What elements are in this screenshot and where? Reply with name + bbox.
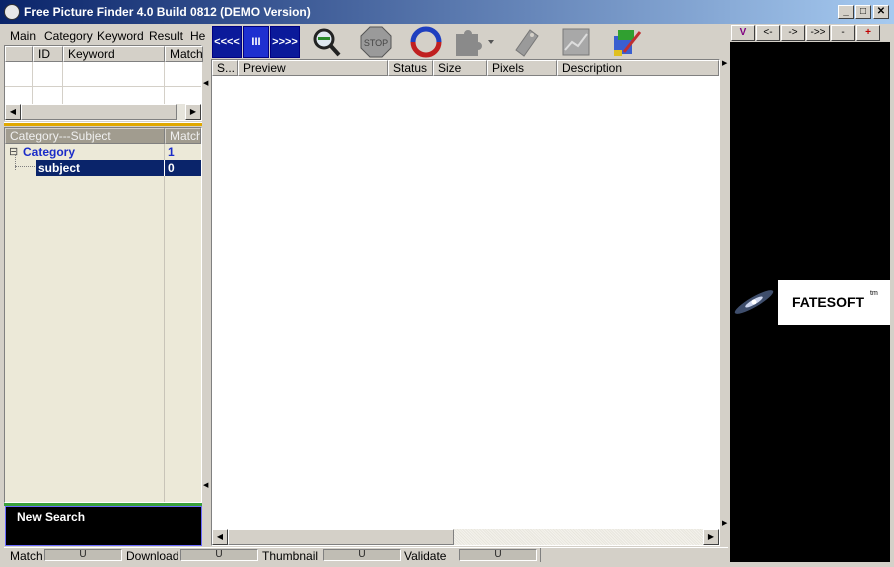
menu-main[interactable]: Main [10, 29, 36, 43]
menu-result[interactable]: Result [149, 29, 183, 43]
menu-keyword[interactable]: Keyword [97, 29, 144, 43]
magnifier-icon [313, 28, 341, 57]
minimize-button[interactable]: _ [838, 5, 854, 19]
collapse-left-icon[interactable]: ◀ [203, 78, 209, 90]
brand-trademark: tm [870, 290, 878, 297]
tree-row-subject[interactable]: subject 0 [36, 160, 201, 176]
scroll-left-icon[interactable]: ◀ [5, 104, 21, 120]
tree-expand-icon[interactable]: ⊟ [9, 145, 18, 158]
results-col-description[interactable]: Description [557, 60, 719, 76]
tree-item-match: 0 [168, 161, 175, 175]
status-download-progress: U [180, 549, 258, 561]
zoom-in-button[interactable]: + [856, 25, 880, 41]
tree-col-category[interactable]: Category---Subject [5, 128, 165, 144]
collapse-left-icon-lower[interactable]: ◀ [203, 480, 209, 492]
tree-row-category[interactable]: ⊟ Category 1 [5, 145, 201, 160]
prev-button[interactable]: <- [756, 25, 780, 41]
status-validate-progress: U [459, 549, 537, 561]
status-validate-label: Validate [404, 549, 447, 563]
results-col-preview[interactable]: Preview [238, 60, 388, 76]
keyword-col-keyword[interactable]: Keyword [63, 46, 165, 62]
scroll-right-icon[interactable]: ▶ [185, 104, 201, 120]
left-splitter[interactable] [4, 122, 202, 126]
zoom-out-button[interactable]: - [831, 25, 855, 41]
tag-button[interactable] [510, 26, 542, 58]
collapse-right-icon-lower[interactable]: ▶ [722, 518, 728, 530]
menu-bar: Main Category Keyword Result He [4, 27, 205, 45]
last-button[interactable]: ->> [806, 25, 830, 41]
refresh-button[interactable] [410, 26, 442, 58]
picture-icon [562, 28, 590, 56]
tree-item-label: Category [23, 145, 76, 159]
keyword-col-blank[interactable] [5, 46, 33, 62]
keyword-col-id[interactable]: ID [33, 46, 63, 62]
stop-button[interactable]: STOP [360, 26, 392, 58]
keyword-hscrollbar[interactable]: ◀ ▶ [5, 104, 201, 120]
svg-text:STOP: STOP [364, 38, 388, 48]
galaxy-icon [734, 290, 774, 314]
scroll-thumb[interactable] [21, 104, 177, 120]
close-button[interactable]: ✕ [873, 5, 889, 19]
paint-button[interactable] [610, 26, 642, 58]
status-match-progress: U [44, 549, 122, 561]
status-extra [540, 548, 726, 562]
results-hscrollbar[interactable]: ◀ ▶ [212, 529, 719, 545]
keyword-table: ID Keyword Match ◀ ▶ [4, 45, 203, 121]
next-button[interactable]: -> [781, 25, 805, 41]
results-col-size[interactable]: Size [433, 60, 487, 76]
preview-panel[interactable]: FATESOFT tm [730, 42, 890, 562]
maximize-button[interactable]: □ [855, 5, 871, 19]
new-search-button[interactable]: New Search [5, 506, 202, 546]
view-button[interactable]: V [731, 25, 755, 41]
new-search-label: New Search [17, 510, 86, 524]
results-table: S... Preview Status Size Pixels Descript… [211, 59, 720, 546]
keyword-col-match[interactable]: Match [165, 46, 203, 62]
scroll-left-icon[interactable]: ◀ [212, 529, 228, 545]
tree-item-match: 1 [168, 145, 175, 159]
collapse-right-icon[interactable]: ▶ [722, 58, 728, 70]
status-thumbnail-label: Thumbnail [262, 549, 319, 563]
tree-col-match[interactable]: Match [165, 128, 201, 144]
status-download-label: Download [126, 549, 178, 563]
window-title: Free Picture Finder 4.0 Build 0812 (DEMO… [24, 5, 311, 19]
brand-name: FATESOFT [792, 294, 865, 310]
paint-icon [614, 30, 642, 56]
category-tree: Category---Subject Match ⊟ Category 1 su… [4, 127, 202, 503]
tag-icon [515, 29, 539, 57]
image-button[interactable] [560, 26, 592, 58]
puzzle-icon [456, 30, 494, 56]
stop-icon: STOP [360, 26, 392, 58]
title-bar: Free Picture Finder 4.0 Build 0812 (DEMO… [0, 0, 894, 24]
results-rows[interactable] [212, 76, 719, 529]
back-button[interactable]: <<<< [212, 26, 242, 58]
forward-button[interactable]: >>>> [270, 26, 300, 58]
app-icon[interactable] [4, 4, 20, 20]
menu-help[interactable]: He [190, 29, 205, 43]
refresh-icon [410, 26, 442, 58]
results-col-s[interactable]: S... [212, 60, 238, 76]
scroll-right-icon[interactable]: ▶ [703, 529, 719, 545]
tools-dropdown-button[interactable] [452, 26, 496, 58]
menu-category[interactable]: Category [44, 29, 93, 43]
tree-item-label: subject [38, 161, 81, 175]
status-thumbnail-progress: U [323, 549, 401, 561]
scroll-thumb[interactable] [228, 529, 454, 545]
fatesoft-logo: FATESOFT tm [778, 280, 890, 325]
search-button[interactable] [310, 26, 342, 58]
pause-button[interactable]: III [243, 26, 269, 58]
results-col-status[interactable]: Status [388, 60, 433, 76]
status-match-label: Match [10, 549, 43, 563]
keyword-rows[interactable] [5, 62, 201, 104]
results-col-pixels[interactable]: Pixels [487, 60, 557, 76]
